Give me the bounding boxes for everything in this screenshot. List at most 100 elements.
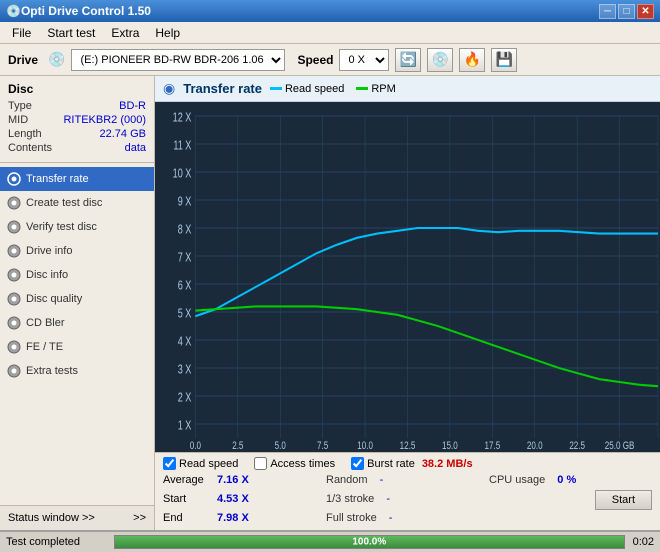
title-bar-text: Opti Drive Control 1.50 xyxy=(21,4,151,18)
svg-text:7 X: 7 X xyxy=(178,251,192,265)
random-label: Random xyxy=(326,474,368,486)
svg-text:17.5: 17.5 xyxy=(484,440,500,452)
stats-start-btn-placeholder: Start xyxy=(489,488,652,510)
menu-help[interactable]: Help xyxy=(147,24,188,42)
menu-file[interactable]: File xyxy=(4,24,39,42)
status-bar: Test completed 100.0% 0:02 xyxy=(0,530,660,552)
legend-rpm-label: RPM xyxy=(371,83,395,95)
nav-drive-info[interactable]: Drive info xyxy=(0,239,154,263)
nav-disc-quality[interactable]: Disc quality xyxy=(0,287,154,311)
chart-header-icon: ◉ xyxy=(163,80,175,97)
refresh-button[interactable]: 🔄 xyxy=(395,48,421,72)
drive-icon: 💿 xyxy=(48,51,65,68)
drive-select[interactable]: (E:) PIONEER BD-RW BDR-206 1.06 xyxy=(71,49,285,71)
nav-transfer-rate[interactable]: Transfer rate xyxy=(0,167,154,191)
average-label: Average xyxy=(163,474,213,486)
disc-mid-key: MID xyxy=(8,114,28,126)
svg-text:25.0 GB: 25.0 GB xyxy=(605,440,635,452)
svg-text:3 X: 3 X xyxy=(178,363,192,377)
nav-create-test-disc[interactable]: Create test disc xyxy=(0,191,154,215)
stats-area: Read speed Access times Burst rate 38.2 … xyxy=(155,452,660,530)
nav-fe-te[interactable]: FE / TE xyxy=(0,335,154,359)
nav-extra-tests[interactable]: Extra tests xyxy=(0,359,154,383)
svg-text:9 X: 9 X xyxy=(178,195,192,209)
svg-text:7.5: 7.5 xyxy=(317,440,329,452)
fullstroke-label: Full stroke xyxy=(326,512,377,524)
title-bar-controls: ─ □ ✕ xyxy=(599,4,654,19)
cb-burst-rate[interactable]: Burst rate 38.2 MB/s xyxy=(351,457,472,470)
svg-text:22.5: 22.5 xyxy=(569,440,585,452)
nav-verify-test-disc-label: Verify test disc xyxy=(26,221,97,233)
svg-text:6 X: 6 X xyxy=(178,279,192,293)
cd-bler-icon xyxy=(6,315,22,331)
burn-button[interactable]: 🔥 xyxy=(459,48,485,72)
disc-mid-val: RITEKBR2 (000) xyxy=(63,114,146,126)
status-window-button[interactable]: Status window >> >> xyxy=(0,505,154,530)
svg-text:4 X: 4 X xyxy=(178,335,192,349)
stats-random: Random - xyxy=(326,474,489,486)
title-bar: 💿 Opti Drive Control 1.50 ─ □ ✕ xyxy=(0,0,660,22)
chart-area: 12 X 11 X 10 X 9 X 8 X 7 X 6 X 5 X 4 X 3… xyxy=(155,102,660,452)
stats-start: Start 4.53 X xyxy=(163,488,326,510)
progress-text: 100.0% xyxy=(352,537,386,548)
nav-disc-info[interactable]: Disc info xyxy=(0,263,154,287)
read-speed-line xyxy=(195,228,658,316)
disc-button[interactable]: 💿 xyxy=(427,48,453,72)
nav-cd-bler[interactable]: CD Bler xyxy=(0,311,154,335)
stroke13-value: - xyxy=(386,493,390,505)
nav-items: Transfer rate Create test disc Verify te… xyxy=(0,163,154,505)
disc-length-val: 22.74 GB xyxy=(100,128,146,140)
cpu-value: 0 % xyxy=(557,474,576,486)
nav-cd-bler-label: CD Bler xyxy=(26,317,65,329)
drive-bar: Drive 💿 (E:) PIONEER BD-RW BDR-206 1.06 … xyxy=(0,44,660,76)
cb-read-speed[interactable]: Read speed xyxy=(163,457,238,470)
drive-info-icon xyxy=(6,243,22,259)
close-button[interactable]: ✕ xyxy=(637,4,654,19)
svg-text:0.0: 0.0 xyxy=(190,440,202,452)
nav-drive-info-label: Drive info xyxy=(26,245,72,257)
main-area: Disc Type BD-R MID RITEKBR2 (000) Length… xyxy=(0,76,660,530)
cb-access-times[interactable]: Access times xyxy=(254,457,335,470)
svg-text:10 X: 10 X xyxy=(173,167,192,181)
restore-button[interactable]: □ xyxy=(618,4,635,19)
disc-title: Disc xyxy=(8,82,146,96)
nav-disc-info-label: Disc info xyxy=(26,269,68,281)
time-display: 0:02 xyxy=(633,536,654,548)
svg-text:20.0: 20.0 xyxy=(527,440,543,452)
stats-stroke13: 1/3 stroke - xyxy=(326,488,489,510)
random-value: - xyxy=(380,474,384,486)
disc-length-row: Length 22.74 GB xyxy=(8,128,146,140)
disc-type-row: Type BD-R xyxy=(8,100,146,112)
sidebar: Disc Type BD-R MID RITEKBR2 (000) Length… xyxy=(0,76,155,530)
end-label: End xyxy=(163,512,213,524)
stroke13-label: 1/3 stroke xyxy=(326,493,374,505)
nav-fe-te-label: FE / TE xyxy=(26,341,63,353)
cb-burst-rate-label: Burst rate xyxy=(367,458,415,470)
svg-text:1 X: 1 X xyxy=(178,419,192,433)
cb-read-speed-label: Read speed xyxy=(179,458,238,470)
progress-bar-container: 100.0% xyxy=(114,535,625,549)
menu-extra[interactable]: Extra xyxy=(103,24,147,42)
cb-read-speed-input[interactable] xyxy=(163,457,176,470)
svg-text:11 X: 11 X xyxy=(173,139,192,153)
end-value: 7.98 X xyxy=(217,512,262,524)
read-speed-dot xyxy=(270,87,282,90)
transfer-rate-icon xyxy=(6,171,22,187)
minimize-button[interactable]: ─ xyxy=(599,4,616,19)
cb-access-times-label: Access times xyxy=(270,458,335,470)
cb-burst-rate-input[interactable] xyxy=(351,457,364,470)
menu-start-test[interactable]: Start test xyxy=(39,24,103,42)
start-button[interactable]: Start xyxy=(595,490,652,510)
nav-transfer-rate-label: Transfer rate xyxy=(26,173,89,185)
svg-text:8 X: 8 X xyxy=(178,223,192,237)
save-button[interactable]: 💾 xyxy=(491,48,517,72)
disc-section: Disc Type BD-R MID RITEKBR2 (000) Length… xyxy=(0,76,154,163)
drive-label: Drive xyxy=(8,53,38,67)
nav-verify-test-disc[interactable]: Verify test disc xyxy=(0,215,154,239)
disc-type-key: Type xyxy=(8,100,32,112)
svg-text:12.5: 12.5 xyxy=(400,440,416,452)
start-label: Start xyxy=(163,493,213,505)
cb-access-times-input[interactable] xyxy=(254,457,267,470)
speed-select[interactable]: 0 X xyxy=(339,49,389,71)
stats-average: Average 7.16 X xyxy=(163,474,326,486)
